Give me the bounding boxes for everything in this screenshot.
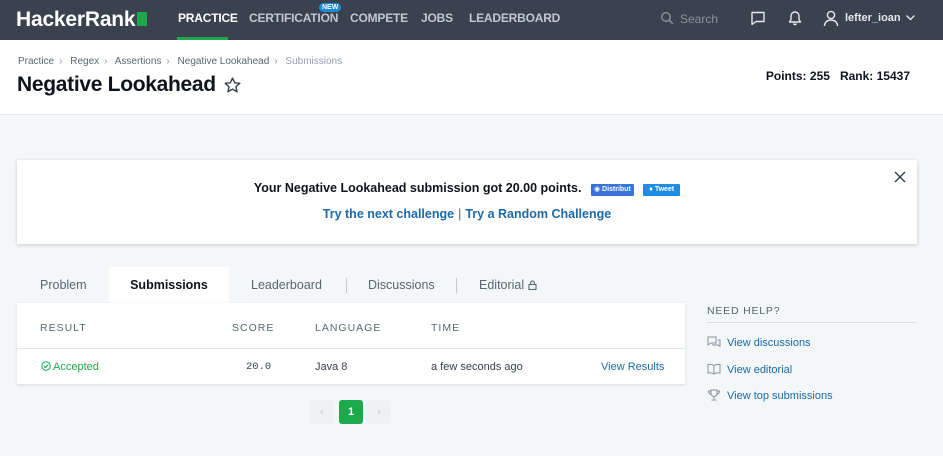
breadcrumb-separator: › [166, 56, 170, 67]
time-cell: a few seconds ago [431, 361, 523, 373]
next-challenge-link[interactable]: Try the next challenge [323, 207, 454, 221]
logo-text: HackerRank [16, 8, 136, 31]
page-title: Negative Lookahead [17, 73, 216, 96]
close-icon[interactable] [894, 171, 906, 183]
discussion-icon [707, 336, 721, 348]
header-result: RESULT [40, 322, 87, 334]
twitter-icon: ♦ [649, 186, 653, 193]
nav-compete[interactable]: COMPETE [350, 11, 408, 25]
check-circle-icon [41, 361, 51, 371]
lock-icon [528, 280, 537, 290]
pagination-page-1[interactable]: 1 [339, 400, 363, 424]
tweet-label: Tweet [654, 186, 675, 193]
tab-divider [346, 278, 347, 293]
top-nav: HackerRank PRACTICE CERTIFICATION NEW CO… [0, 0, 943, 40]
link-separator: | [458, 207, 462, 221]
facebook-icon: ◉ [593, 186, 601, 193]
hackerrank-logo[interactable]: HackerRank [16, 8, 148, 32]
view-discussions-label: View discussions [727, 337, 811, 349]
banner-message-row: Your Negative Lookahead submission got 2… [17, 181, 917, 196]
facebook-share-button[interactable]: ◉ Distribut [590, 184, 634, 196]
language-cell: Java 8 [315, 361, 348, 373]
view-top-submissions-link[interactable]: View top submissions [707, 389, 833, 402]
star-icon[interactable] [223, 76, 242, 95]
tab-leaderboard[interactable]: Leaderboard [251, 267, 322, 303]
breadcrumb-separator: › [104, 56, 108, 67]
score-cell: 20.0 [246, 361, 272, 373]
banner-message: Your Negative Lookahead submission got 2… [253, 181, 582, 195]
breadcrumb-regex[interactable]: Regex [70, 56, 99, 67]
chat-icon[interactable] [750, 10, 766, 26]
need-help-title: NEED HELP? [707, 305, 781, 317]
nav-jobs[interactable]: JOBS [421, 11, 453, 25]
result-cell: Accepted [41, 361, 99, 373]
new-badge: NEW [319, 3, 342, 12]
tweet-button[interactable]: ♦ Tweet [643, 184, 681, 196]
breadcrumb-separator: › [59, 56, 63, 67]
nav-practice[interactable]: PRACTICE [178, 11, 238, 25]
user-icon[interactable] [822, 9, 840, 27]
tab-submissions[interactable]: Submissions [109, 267, 229, 303]
nav-leaderboard[interactable]: LEADERBOARD [469, 11, 560, 25]
tab-editorial-label: Editorial [479, 278, 525, 292]
rank-value: 15437 [876, 69, 910, 83]
points-value: 255 [809, 69, 830, 83]
page-header: Practice › Regex › Assertions › Negative Lo… [0, 40, 943, 115]
random-challenge-link[interactable]: Try a Random Challenge [465, 207, 611, 221]
points-label: Points: [765, 69, 807, 83]
tab-problem[interactable]: Problem [40, 267, 87, 303]
bell-icon[interactable] [787, 10, 803, 26]
chevron-down-icon[interactable] [905, 12, 916, 23]
logo-mark [137, 12, 148, 26]
view-editorial-link[interactable]: View editorial [707, 363, 792, 376]
view-results-link[interactable]: View Results [601, 361, 664, 373]
trophy-icon [707, 389, 721, 401]
tab-editorial[interactable]: Editorial [479, 267, 537, 303]
header-score: SCORE [232, 322, 275, 334]
banner-links: Try the next challenge | Try a Random Chal… [17, 207, 917, 221]
book-icon [707, 363, 721, 375]
nav-certification[interactable]: CERTIFICATION [249, 11, 338, 25]
user-stats: Points: 255 Rank: 15437 [766, 69, 910, 83]
breadcrumb-submissions: Submissions [285, 56, 343, 67]
pagination-next-button[interactable]: › [367, 400, 391, 424]
breadcrumb-challenge[interactable]: Negative Lookahead [178, 56, 270, 67]
breadcrumb: Practice › Regex › Assertions › Negative Lo… [18, 56, 342, 67]
table-divider [17, 348, 685, 349]
tab-discussions[interactable]: Discussions [368, 267, 435, 303]
need-help-divider [707, 322, 916, 323]
username[interactable]: lefter_ioan [845, 12, 901, 24]
submission-result-banner: Your Negative Lookahead submission got 2… [17, 160, 917, 244]
pagination-prev-button[interactable]: ‹ [310, 400, 334, 424]
submissions-table: RESULT SCORE LANGUAGE TIME Accepted 20.0… [17, 303, 685, 384]
breadcrumb-separator: › [274, 56, 278, 67]
search-input[interactable]: Search [680, 12, 718, 26]
rank-label: Rank: [839, 69, 874, 83]
breadcrumb-assertions[interactable]: Assertions [115, 56, 162, 67]
header-language: LANGUAGE [315, 322, 382, 334]
tab-divider [456, 278, 457, 293]
view-discussions-link[interactable]: View discussions [707, 336, 811, 349]
result-status: Accepted [53, 361, 99, 373]
view-editorial-label: View editorial [727, 364, 793, 376]
breadcrumb-practice[interactable]: Practice [18, 56, 54, 67]
view-top-submissions-label: View top submissions [727, 390, 833, 402]
search-icon[interactable] [660, 11, 674, 25]
facebook-share-label: Distribut [602, 186, 631, 193]
header-time: TIME [431, 322, 461, 334]
